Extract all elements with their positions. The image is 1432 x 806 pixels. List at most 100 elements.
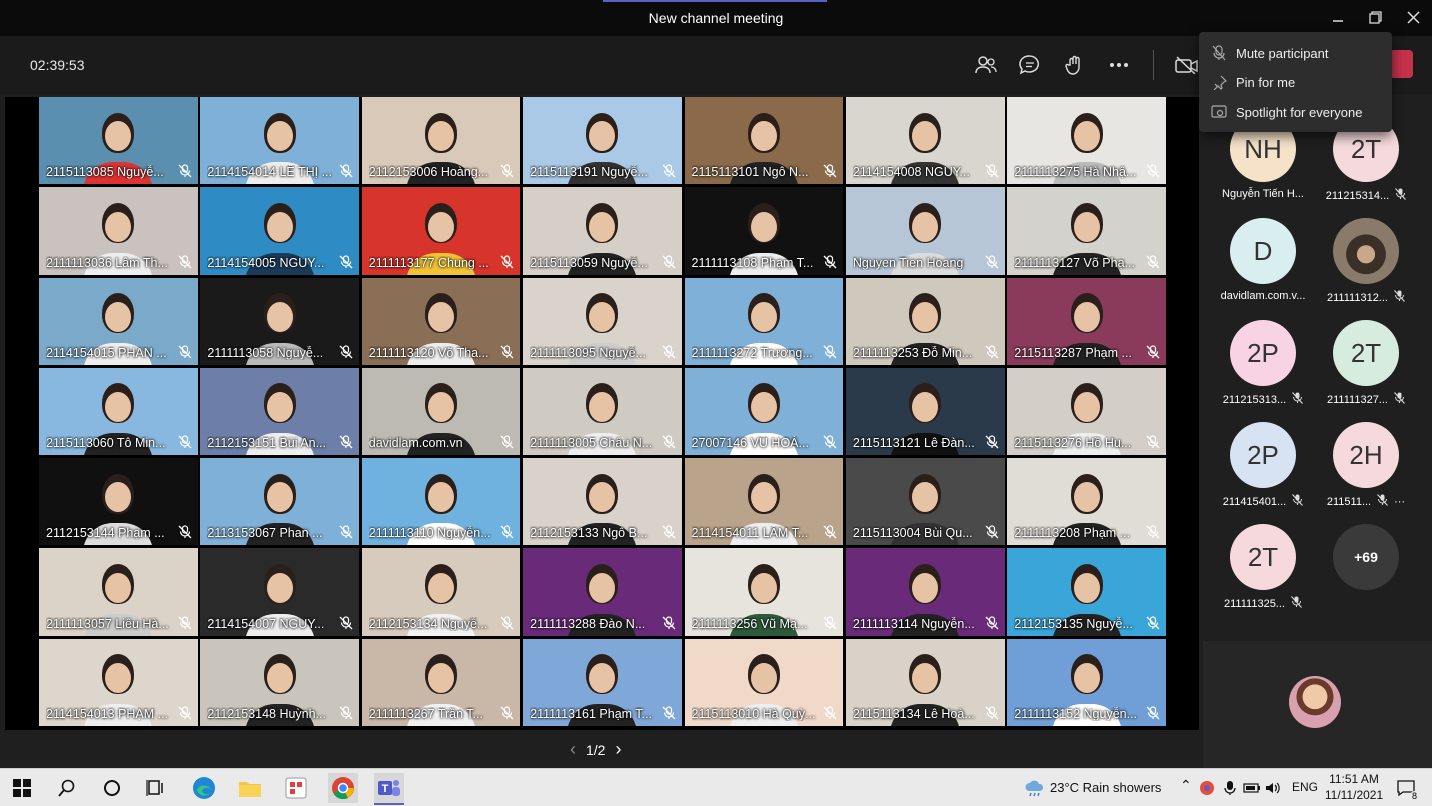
taskbar-clock[interactable]: 11:51 AM 11/11/2021 xyxy=(1322,771,1386,803)
video-tile[interactable]: 2111113288 Đào N... xyxy=(523,548,682,636)
more-participants-button[interactable]: +69 xyxy=(1316,524,1416,590)
app-button[interactable] xyxy=(281,773,311,803)
video-tile[interactable]: 2111113152 Nguyễn... xyxy=(1007,638,1166,726)
avatar: 2T xyxy=(1333,320,1399,386)
video-tile[interactable]: 2115113276 Hồ Hu... xyxy=(1007,367,1166,456)
video-tile[interactable]: 2115113085 Nguyễ... xyxy=(39,97,198,185)
notifications-button[interactable]: 8 xyxy=(1392,773,1422,803)
roster-participant[interactable]: Ddavidlam.com.v... xyxy=(1213,218,1313,302)
video-tile[interactable]: 2111113114 Nguyễn... xyxy=(845,548,1005,636)
roster-participant[interactable]: 2P 211415401... xyxy=(1213,422,1313,509)
search-button[interactable] xyxy=(52,773,82,803)
start-button[interactable] xyxy=(7,773,37,803)
video-tile[interactable]: 2112153134 Nguyễ... xyxy=(361,548,521,636)
spotlight-item[interactable]: Spotlight for everyone xyxy=(1199,98,1392,126)
video-tile[interactable]: 2111113177 Chung ... xyxy=(361,187,521,275)
more-options-icon[interactable]: ··· xyxy=(1394,496,1405,508)
mic-off-icon xyxy=(178,525,192,539)
pager-next-button[interactable]: › xyxy=(615,739,621,760)
tile-participant-name: 2111113152 Nguyễn... xyxy=(1014,706,1138,721)
video-tile[interactable]: 2112153133 Ngô B... xyxy=(523,458,682,546)
video-tile[interactable]: 2115113134 Lê Hoà... xyxy=(845,638,1005,726)
video-tile[interactable]: 2115113010 Hà Quỳ... xyxy=(684,638,844,726)
video-tile[interactable]: 2115113191 Nguyễ... xyxy=(523,97,682,185)
video-tile[interactable]: 2113153067 Phan ... xyxy=(200,458,360,546)
video-tile[interactable]: 2115113059 Nguyễ... xyxy=(523,187,682,275)
tile-participant-name: 2112153134 Nguyễ... xyxy=(368,616,488,631)
reactions-button[interactable] xyxy=(1062,52,1088,78)
video-tile[interactable]: davidlam.com.vn xyxy=(361,367,521,456)
video-tile[interactable]: 2114154007 NGUY... xyxy=(200,548,360,636)
participant-face xyxy=(105,572,132,603)
video-tile[interactable]: 2112153151 Bùi An... xyxy=(200,367,360,456)
participants-button[interactable] xyxy=(973,52,999,78)
video-tile[interactable]: 2111113267 Trần T... xyxy=(361,638,521,726)
pager-prev-button[interactable]: ‹ xyxy=(570,739,576,760)
more-actions-button[interactable] xyxy=(1106,52,1132,78)
video-tile[interactable]: 2112153148 Huỳnh... xyxy=(200,638,360,726)
video-tile[interactable]: 2112153144 Phạm ... xyxy=(39,458,198,546)
video-tile[interactable]: 27007146 VŨ HOÀ... xyxy=(684,367,844,456)
video-tile[interactable]: 2112153135 Nguyễ... xyxy=(1007,548,1166,636)
edge-button[interactable] xyxy=(189,773,219,803)
roster-participant[interactable]: 2T 211111325... xyxy=(1213,524,1313,611)
weather-widget[interactable] xyxy=(1020,773,1050,803)
video-tile[interactable]: 2114154013 PHẠM ... xyxy=(39,638,198,726)
self-view-avatar[interactable] xyxy=(1289,676,1341,728)
video-tile[interactable]: 2111113057 Liêu Hà... xyxy=(39,548,198,636)
volume-icon[interactable] xyxy=(1262,773,1284,803)
video-tile[interactable]: 2111113161 Phạm T... xyxy=(523,638,682,726)
video-tile[interactable]: Nguyen Tien Hoang xyxy=(845,187,1005,275)
video-tile[interactable]: 2111113095 Nguyễ... xyxy=(523,277,682,365)
close-button[interactable] xyxy=(1401,6,1425,28)
video-tile[interactable]: 2111113005 Châu N... xyxy=(523,367,682,456)
roster-participant[interactable]: 2H 211511... ··· xyxy=(1316,422,1416,509)
video-tile[interactable]: 2114154011 LÂM T... xyxy=(684,458,844,546)
video-tile[interactable]: 2114154014 LÊ THỊ ... xyxy=(200,97,360,185)
video-tile[interactable]: 2115113060 Tô Min... xyxy=(39,367,198,456)
video-tile[interactable]: 2114154005 NGUY... xyxy=(200,187,360,275)
video-tile[interactable]: 2111113208 Phạm ... xyxy=(1007,458,1166,546)
mute-participant-item[interactable]: Mute participant xyxy=(1199,39,1392,67)
minimize-button[interactable] xyxy=(1326,6,1350,28)
video-tile[interactable]: 2111113275 Hà Nhậ... xyxy=(1007,97,1166,185)
video-tile[interactable]: 2112153006 Hoàng... xyxy=(361,97,521,185)
chrome-button[interactable] xyxy=(328,773,358,803)
video-tile[interactable]: 2114154015 PHAN ... xyxy=(39,277,198,365)
tray-chevron-icon[interactable]: ⌃ xyxy=(1180,777,1192,794)
video-tile[interactable]: 2111113127 Võ Phạ... xyxy=(1007,187,1166,275)
video-tile[interactable]: 2111113108 Phạm T... xyxy=(684,187,844,275)
teams-button[interactable]: T xyxy=(374,773,404,805)
file-explorer-button[interactable] xyxy=(235,773,265,803)
mic-off-icon xyxy=(1377,494,1389,509)
language-indicator[interactable]: ENG xyxy=(1292,780,1318,794)
pin-for-me-item[interactable]: Pin for me xyxy=(1199,68,1392,96)
tray-mic-icon[interactable] xyxy=(1219,773,1241,803)
avatar: 2T xyxy=(1230,524,1296,590)
video-tile[interactable]: 2111113256 Vũ Mạ... xyxy=(684,548,844,636)
cortana-button[interactable] xyxy=(97,773,127,803)
video-tile[interactable]: 2111113036 Lâm Th... xyxy=(39,187,198,275)
video-tile[interactable]: 2111113110 Nguyễn... xyxy=(361,458,521,546)
video-tile[interactable]: 2115113121 Lê Đàn... xyxy=(845,367,1005,456)
video-tile[interactable]: 2115113287 Phạm ... xyxy=(1007,277,1166,365)
roster-participant[interactable]: 211111312... xyxy=(1316,218,1416,305)
camera-button[interactable] xyxy=(1174,52,1200,78)
chat-icon xyxy=(1019,55,1039,75)
battery-icon[interactable] xyxy=(1241,773,1263,803)
weather-text[interactable]: 23°C Rain showers xyxy=(1050,780,1161,795)
video-tile[interactable]: 2111113272 Trương... xyxy=(684,277,844,365)
restore-button[interactable] xyxy=(1363,6,1387,28)
tray-teams-icon[interactable] xyxy=(1196,773,1218,803)
chat-button[interactable] xyxy=(1017,52,1043,78)
video-tile[interactable]: 2111113253 Đỗ Min... xyxy=(845,277,1005,365)
video-tile[interactable]: 2115113101 Ngô N... xyxy=(684,97,844,185)
video-tile[interactable]: 2114154008 NGUY... xyxy=(845,97,1005,185)
video-tile[interactable]: 2115113004 Bùi Qu... xyxy=(845,458,1005,546)
roster-participant[interactable]: 2T 211111327... xyxy=(1316,320,1416,407)
roster-participant-name: 211215313... xyxy=(1222,393,1287,406)
video-tile[interactable]: 2111113058 Nguyễ... xyxy=(200,277,360,365)
video-tile[interactable]: 2111113120 Võ Tha... xyxy=(361,277,521,365)
roster-participant[interactable]: 2P 211215313... xyxy=(1213,320,1313,407)
task-view-button[interactable] xyxy=(141,773,171,803)
